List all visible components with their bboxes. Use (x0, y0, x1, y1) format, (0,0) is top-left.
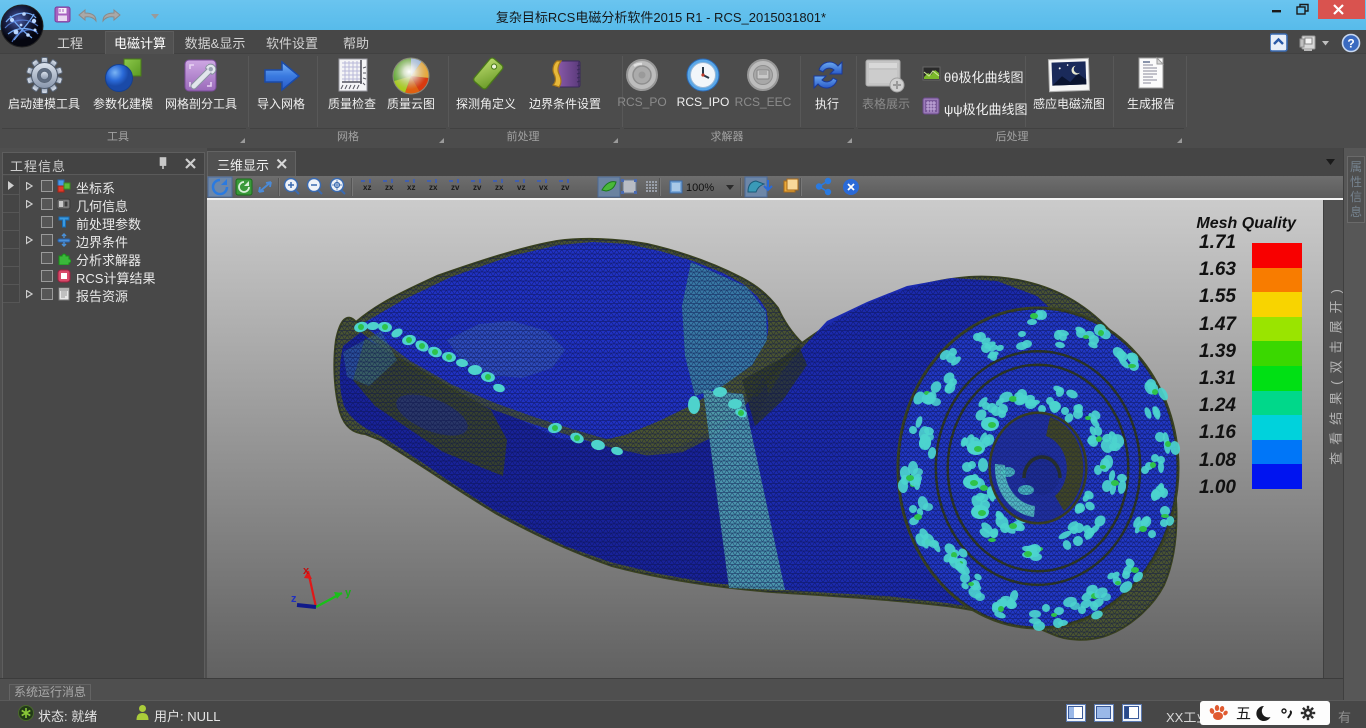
svg-text:y: y (345, 587, 352, 599)
svg-text:x: x (303, 565, 310, 577)
svg-text:vx: vx (539, 183, 548, 192)
svg-text:五: 五 (1236, 706, 1251, 723)
svg-text:zv: zv (473, 183, 482, 192)
svg-text:zx: zx (429, 183, 438, 192)
svg-text:vz: vz (517, 183, 525, 192)
svg-text:zv: zv (451, 183, 460, 192)
svg-text:?: ? (1347, 37, 1354, 51)
svg-text:zx: zx (495, 183, 504, 192)
svg-text:z: z (291, 593, 297, 605)
svg-text:xz: xz (363, 183, 371, 192)
svg-text:zv: zv (561, 183, 570, 192)
svg-text:zx: zx (385, 183, 394, 192)
svg-text:100%: 100% (686, 182, 714, 194)
svg-text:xz: xz (407, 183, 415, 192)
